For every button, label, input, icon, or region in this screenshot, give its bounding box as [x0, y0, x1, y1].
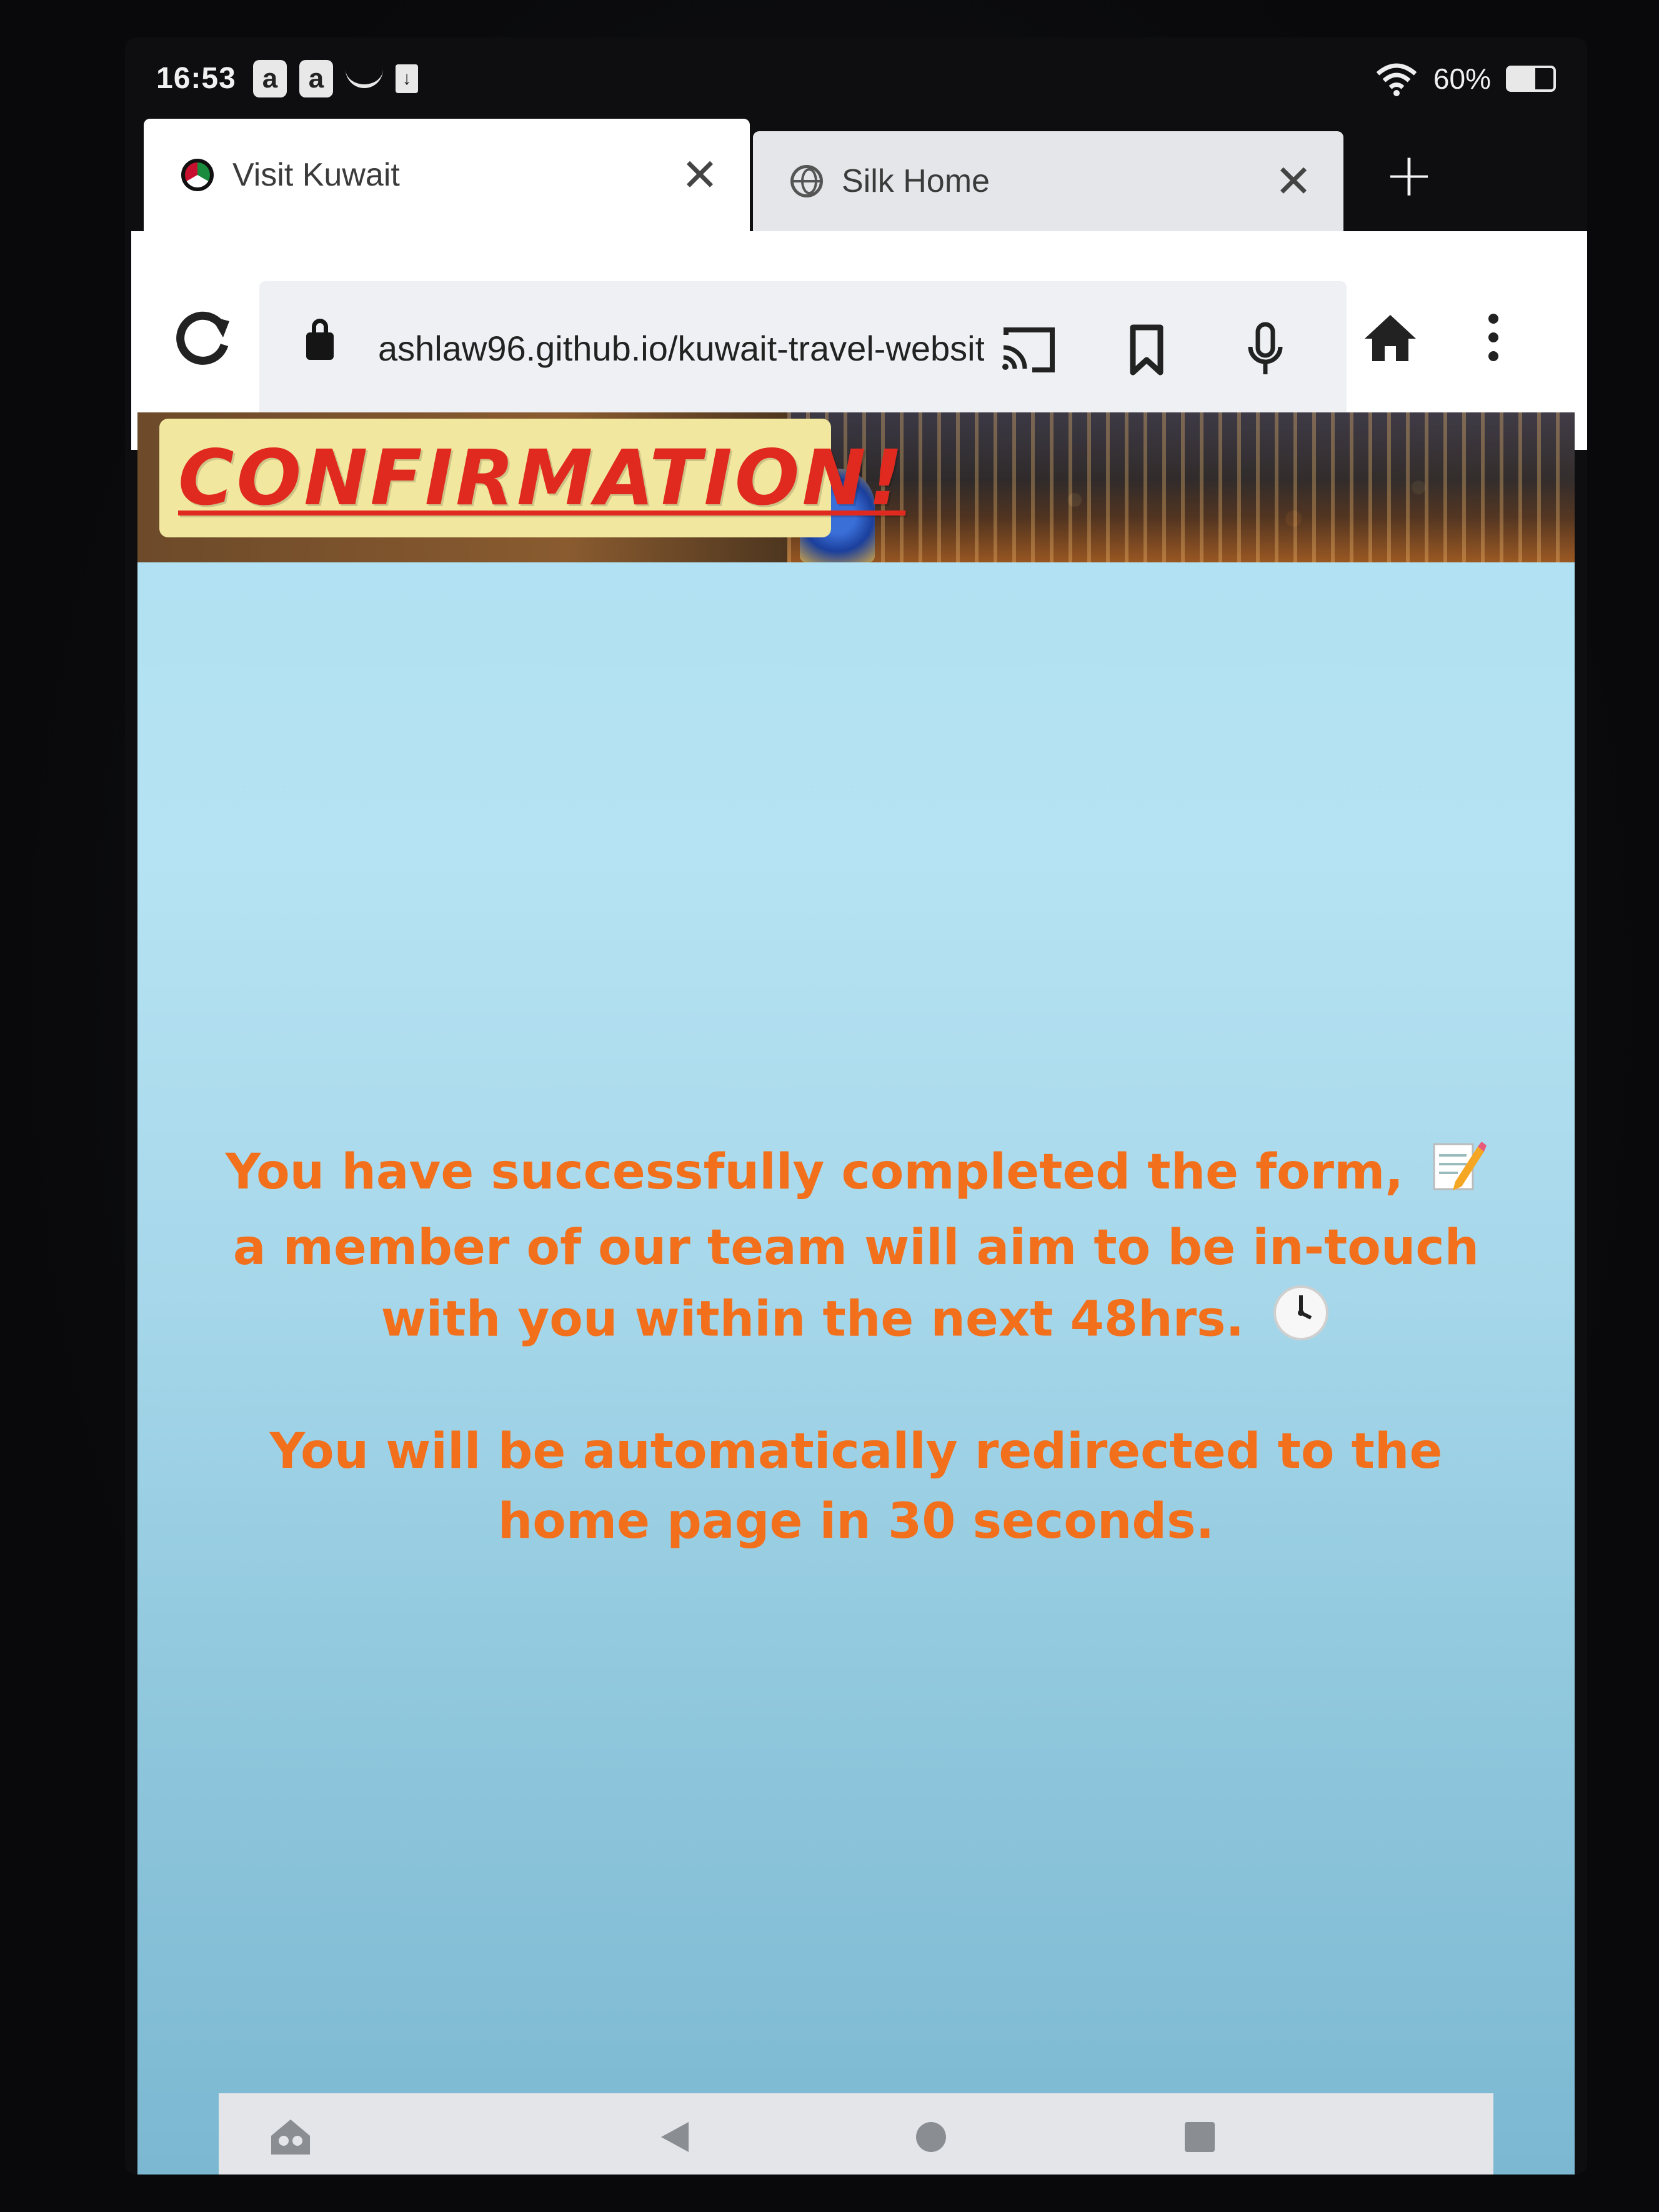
kids-home-icon[interactable] — [266, 2112, 316, 2162]
message-line: a member of our team will aim to be in-t… — [137, 1213, 1575, 1283]
wifi-icon — [1375, 61, 1418, 96]
new-tab-button[interactable]: + — [1365, 131, 1453, 219]
redirect-line: You will be automatically redirected to … — [137, 1417, 1575, 1487]
address-bar[interactable]: ashlaw96.github.io/kuwait-travel-website… — [259, 281, 1347, 419]
status-time: 16:53 — [156, 62, 236, 95]
recents-icon[interactable] — [1175, 2112, 1225, 2162]
system-icons: 60% — [1375, 61, 1556, 96]
message-line: You have successfully completed the form… — [137, 1137, 1575, 1213]
notification-icons: a a ↓ — [253, 60, 418, 97]
battery-icon — [1506, 66, 1556, 92]
kuwait-flag-icon — [181, 159, 214, 191]
confirmation-message: You have successfully completed the form… — [137, 1137, 1575, 1557]
home-circle-icon[interactable] — [906, 2112, 956, 2162]
amazon-app-icon: a — [299, 60, 333, 97]
heading-text: CONFIRMATION! — [178, 434, 906, 522]
tab-strip: Visit Kuwait ✕ Silk Home ✕ + — [144, 119, 1587, 244]
navigation-bar — [219, 2093, 1493, 2175]
tablet-screen: 16:53 a a ↓ 60% Visit Kuwait ✕ Silk Home… — [125, 37, 1587, 2175]
lock-icon — [306, 319, 334, 360]
overflow-menu-icon[interactable] — [1468, 300, 1518, 375]
message-line: with you within the next 48hrs. — [137, 1283, 1575, 1362]
globe-icon — [790, 165, 823, 197]
confirmation-heading: CONFIRMATION! — [159, 419, 903, 537]
reload-icon[interactable] — [169, 303, 237, 372]
tab-silk-home[interactable]: Silk Home ✕ — [753, 131, 1343, 231]
redirect-text: home page in 30 seconds. — [497, 1493, 1215, 1550]
microphone-icon[interactable] — [1234, 319, 1297, 381]
redirect-text: You will be automatically redirected to … — [269, 1423, 1443, 1480]
hero-banner: CONFIRMATION! — [137, 412, 1575, 562]
memo-icon — [1430, 1138, 1487, 1213]
url-text[interactable]: ashlaw96.github.io/kuwait-travel-website… — [378, 328, 984, 369]
clock-icon — [1271, 1283, 1331, 1362]
back-icon[interactable] — [650, 2112, 700, 2162]
message-text: with you within the next 48hrs. — [381, 1291, 1245, 1347]
redirect-line: home page in 30 seconds. — [137, 1487, 1575, 1557]
message-text: You have successfully completed the form… — [225, 1144, 1404, 1200]
tab-visit-kuwait[interactable]: Visit Kuwait ✕ — [144, 119, 750, 231]
tablet-device: 16:53 a a ↓ 60% Visit Kuwait ✕ Silk Home… — [0, 0, 1659, 2212]
download-icon: ↓ — [396, 64, 418, 93]
tab-label: Visit Kuwait — [232, 157, 400, 193]
amazon-smile-icon — [346, 69, 383, 88]
battery-percentage: 60% — [1433, 62, 1491, 95]
web-page: CONFIRMATION! You have successfully comp… — [137, 412, 1575, 2175]
close-tab-icon[interactable]: ✕ — [1268, 156, 1318, 207]
message-text: a member of our team will aim to be in-t… — [232, 1219, 1480, 1276]
bookmark-icon[interactable] — [1115, 319, 1178, 381]
home-icon[interactable] — [1356, 303, 1425, 372]
status-bar: 16:53 a a ↓ 60% — [125, 37, 1587, 131]
cast-icon[interactable] — [997, 319, 1059, 381]
close-tab-icon[interactable]: ✕ — [675, 150, 725, 201]
tab-label: Silk Home — [842, 163, 990, 199]
amazon-app-icon: a — [253, 60, 287, 97]
